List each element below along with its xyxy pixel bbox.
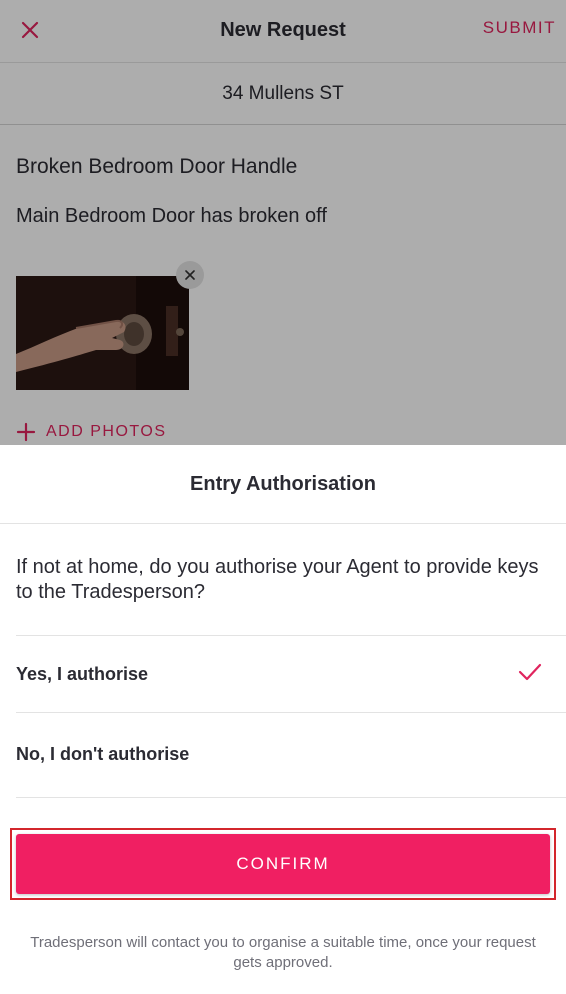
confirm-button[interactable]: CONFIRM bbox=[16, 834, 550, 894]
option-label: Yes, I authorise bbox=[16, 663, 149, 684]
approval-footnote: Tradesperson will contact you to organis… bbox=[30, 934, 536, 971]
modal-scrim[interactable] bbox=[0, 0, 566, 445]
option-no-authorise[interactable]: No, I don't authorise bbox=[16, 712, 566, 798]
sheet-title: Entry Authorisation bbox=[0, 445, 566, 524]
entry-authorisation-sheet: Entry Authorisation If not at home, do y… bbox=[0, 445, 566, 994]
option-yes-authorise[interactable]: Yes, I authorise bbox=[16, 635, 566, 713]
checkmark-icon bbox=[518, 663, 542, 681]
authorisation-question: If not at home, do you authorise your Ag… bbox=[16, 556, 539, 603]
confirm-highlight-box: CONFIRM bbox=[10, 828, 556, 900]
option-label: No, I don't authorise bbox=[16, 744, 190, 764]
